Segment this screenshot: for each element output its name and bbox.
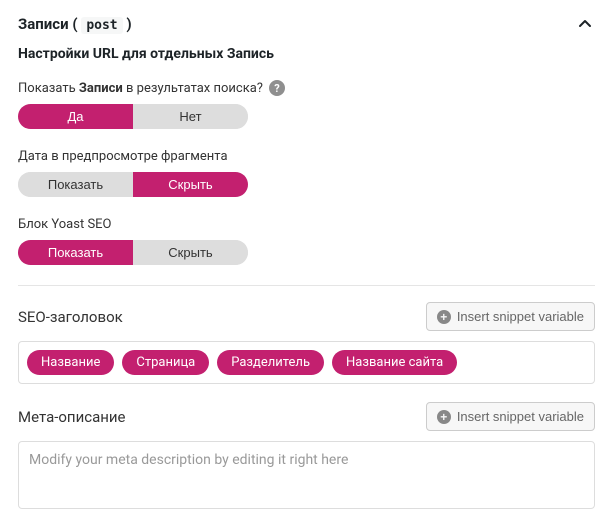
- snippet-chip[interactable]: Разделитель: [217, 350, 324, 375]
- insert-snippet-label: Insert snippet variable: [457, 409, 584, 424]
- insert-snippet-label: Insert snippet variable: [457, 309, 584, 324]
- plus-circle-icon: [437, 410, 451, 424]
- date-preview-label: Дата в предпросмотре фрагмента: [18, 149, 595, 164]
- meta-desc-label: Мета-описание: [18, 408, 126, 426]
- yoast-block-field: Блок Yoast SEO Показать Скрыть: [18, 217, 595, 265]
- show-in-search-field: Показать Записи в результатах поиска? ? …: [18, 80, 595, 129]
- meta-desc-header: Мета-описание Insert snippet variable: [18, 402, 595, 431]
- toggle-hide-button[interactable]: Скрыть: [133, 172, 248, 197]
- meta-description-input[interactable]: [18, 441, 595, 509]
- chevron-up-icon[interactable]: [575, 14, 595, 34]
- toggle-yes-button[interactable]: Да: [18, 104, 133, 129]
- snippet-chip[interactable]: Страница: [122, 350, 209, 375]
- panel-title-word: Записи: [18, 15, 69, 33]
- panel-header[interactable]: Записи ( post ): [18, 14, 595, 34]
- panel-title-code: post: [81, 17, 122, 34]
- toggle-show-button[interactable]: Показать: [18, 240, 133, 265]
- date-preview-field: Дата в предпросмотре фрагмента Показать …: [18, 149, 595, 197]
- snippet-chip[interactable]: Название: [27, 350, 114, 375]
- show-in-search-label: Показать Записи в результатах поиска? ?: [18, 80, 595, 96]
- date-preview-toggle: Показать Скрыть: [18, 172, 248, 197]
- panel-title: Записи ( post ): [18, 15, 132, 33]
- divider: [18, 285, 595, 286]
- plus-circle-icon: [437, 310, 451, 324]
- help-icon[interactable]: ?: [269, 80, 285, 96]
- subtitle: Настройки URL для отдельных Запись: [18, 46, 595, 62]
- seo-title-input[interactable]: Название Страница Разделитель Название с…: [18, 341, 595, 384]
- yoast-block-toggle: Показать Скрыть: [18, 240, 248, 265]
- show-in-search-toggle: Да Нет: [18, 104, 248, 129]
- yoast-block-label: Блок Yoast SEO: [18, 217, 595, 232]
- insert-snippet-button[interactable]: Insert snippet variable: [426, 402, 595, 431]
- insert-snippet-button[interactable]: Insert snippet variable: [426, 302, 595, 331]
- toggle-show-button[interactable]: Показать: [18, 172, 133, 197]
- toggle-no-button[interactable]: Нет: [133, 104, 248, 129]
- toggle-hide-button[interactable]: Скрыть: [133, 240, 248, 265]
- seo-title-label: SEO-заголовок: [18, 308, 123, 326]
- seo-title-header: SEO-заголовок Insert snippet variable: [18, 302, 595, 331]
- snippet-chip[interactable]: Название сайта: [332, 350, 457, 375]
